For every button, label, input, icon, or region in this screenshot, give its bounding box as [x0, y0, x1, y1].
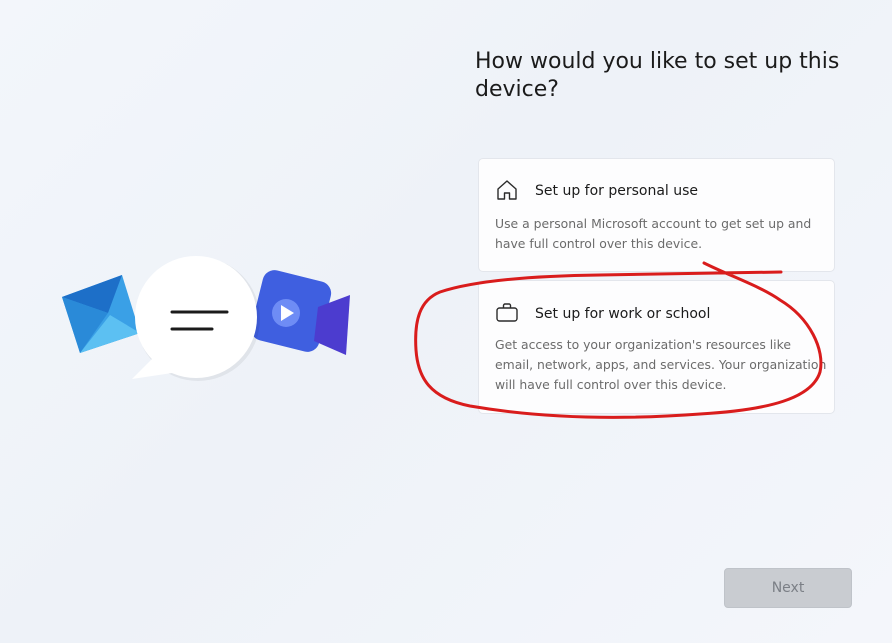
- video-camera-icon: [250, 270, 350, 355]
- next-button[interactable]: Next: [724, 568, 852, 608]
- mail-icon: [62, 275, 140, 353]
- welcome-illustration: [60, 255, 360, 395]
- option-work-title: Set up for work or school: [535, 306, 711, 322]
- option-work-or-school[interactable]: Set up for work or school Get access to …: [478, 280, 835, 414]
- page-title: How would you like to set up this device…: [475, 49, 840, 102]
- home-icon: [495, 178, 519, 202]
- option-personal-use[interactable]: Set up for personal use Use a personal M…: [478, 158, 835, 272]
- option-personal-description: Use a personal Microsoft account to get …: [495, 216, 812, 251]
- option-personal-title: Set up for personal use: [535, 183, 699, 199]
- chat-bubble-icon: [132, 256, 260, 381]
- briefcase-icon: [495, 300, 519, 324]
- option-work-description: Get access to your organization's resour…: [495, 337, 827, 392]
